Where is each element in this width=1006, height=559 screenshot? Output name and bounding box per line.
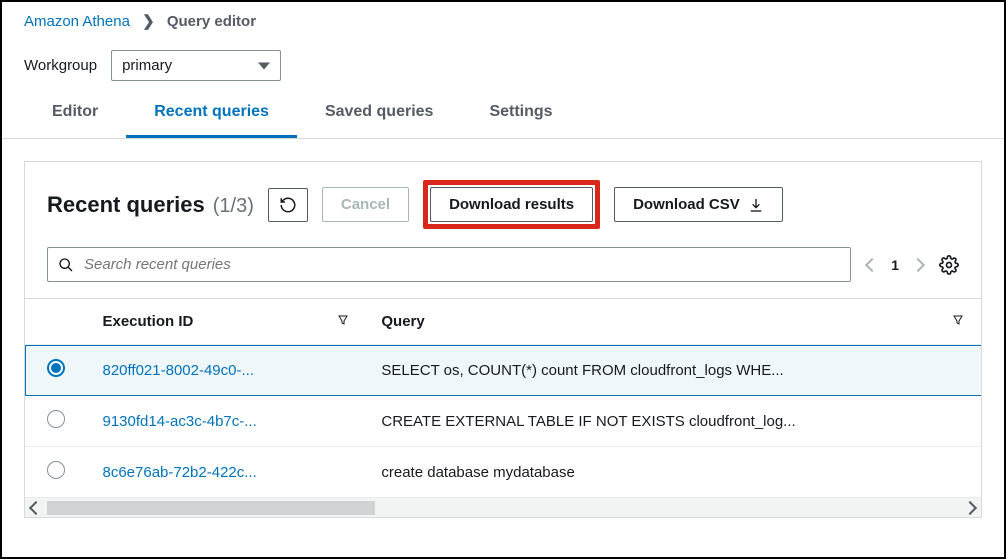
- breadcrumb-root[interactable]: Amazon Athena: [24, 13, 130, 30]
- highlight-box: Download results: [423, 180, 600, 229]
- tabs: Editor Recent queries Saved queries Sett…: [2, 91, 1004, 139]
- col-select: [25, 299, 86, 345]
- col-query[interactable]: Query: [365, 299, 980, 345]
- pager-page: 1: [891, 257, 899, 273]
- pager: 1: [867, 257, 923, 273]
- start-time: 2023-01-0: [980, 345, 981, 396]
- tab-saved-queries[interactable]: Saved queries: [297, 91, 462, 138]
- tab-settings[interactable]: Settings: [461, 91, 580, 138]
- recent-queries-table: Execution ID Query Start time: [25, 298, 981, 497]
- panel-title-text: Recent queries: [47, 192, 205, 218]
- scroll-right-icon[interactable]: [963, 501, 977, 515]
- settings-button[interactable]: [939, 255, 959, 275]
- panel-header: Recent queries (1/3) Cancel Download res…: [25, 162, 981, 239]
- download-csv-button[interactable]: Download CSV: [614, 187, 783, 222]
- workgroup-select[interactable]: primary: [111, 50, 281, 81]
- recent-queries-panel: Recent queries (1/3) Cancel Download res…: [24, 161, 982, 518]
- tab-editor[interactable]: Editor: [24, 91, 126, 138]
- table-row[interactable]: 8c6e76ab-72b2-422c... create database myd…: [25, 447, 981, 498]
- scrollbar-thumb[interactable]: [47, 501, 375, 515]
- search-row: 1: [25, 239, 981, 298]
- pager-next[interactable]: [911, 257, 925, 271]
- search-input[interactable]: [84, 256, 840, 273]
- pager-prev[interactable]: [865, 257, 879, 271]
- start-time: 2023-01-0: [980, 447, 981, 498]
- scrollbar-track[interactable]: [47, 499, 959, 517]
- scroll-left-icon[interactable]: [29, 501, 43, 515]
- start-time: 2023-01-0: [980, 396, 981, 447]
- cancel-button: Cancel: [322, 187, 409, 222]
- refresh-icon: [279, 196, 297, 214]
- download-results-button[interactable]: Download results: [430, 187, 593, 222]
- query-text: create database mydatabase: [365, 447, 980, 498]
- col-start-time[interactable]: Start time: [980, 299, 981, 345]
- filter-icon[interactable]: [952, 313, 964, 330]
- execution-id-link[interactable]: 8c6e76ab-72b2-422c...: [102, 464, 256, 481]
- col-exec-label: Execution ID: [102, 313, 193, 330]
- workgroup-value: primary: [122, 57, 172, 74]
- col-execution-id[interactable]: Execution ID: [86, 299, 365, 345]
- filter-icon[interactable]: [337, 313, 349, 330]
- breadcrumb-current: Query editor: [167, 13, 256, 30]
- search-input-wrapper[interactable]: [47, 247, 851, 282]
- workgroup-label: Workgroup: [24, 57, 97, 74]
- row-radio[interactable]: [47, 359, 65, 377]
- tab-recent-queries[interactable]: Recent queries: [126, 91, 297, 138]
- horizontal-scrollbar[interactable]: [25, 497, 981, 517]
- caret-down-icon: [258, 62, 270, 69]
- query-text: CREATE EXTERNAL TABLE IF NOT EXISTS clou…: [365, 396, 980, 447]
- search-icon: [58, 257, 74, 273]
- execution-id-link[interactable]: 9130fd14-ac3c-4b7c-...: [102, 413, 256, 430]
- query-text: SELECT os, COUNT(*) count FROM cloudfron…: [365, 345, 980, 396]
- table-wrap: Execution ID Query Start time: [25, 298, 981, 497]
- execution-id-link[interactable]: 820ff021-8002-49c0-...: [102, 362, 254, 379]
- refresh-button[interactable]: [268, 188, 308, 222]
- breadcrumb: Amazon Athena ❯ Query editor: [2, 2, 1004, 36]
- table-row[interactable]: 820ff021-8002-49c0-... SELECT os, COUNT(*…: [25, 345, 981, 396]
- row-radio[interactable]: [47, 410, 65, 428]
- workgroup-row: Workgroup primary: [2, 36, 1004, 91]
- download-csv-label: Download CSV: [633, 196, 740, 213]
- gear-icon: [939, 255, 959, 275]
- table-row[interactable]: 9130fd14-ac3c-4b7c-... CREATE EXTERNAL TA…: [25, 396, 981, 447]
- selection-count: (1/3): [213, 195, 254, 218]
- download-icon: [748, 197, 764, 213]
- row-radio[interactable]: [47, 461, 65, 479]
- chevron-right-icon: ❯: [142, 13, 155, 30]
- col-query-label: Query: [381, 313, 424, 330]
- panel-title: Recent queries (1/3): [47, 192, 254, 218]
